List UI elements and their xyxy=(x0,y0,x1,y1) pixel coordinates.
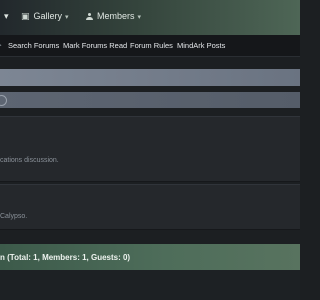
top-navigation-bar: ▾ ▣ Gallery ▾ Members ▾ xyxy=(0,0,300,35)
mindark-posts-link[interactable]: MindArk Posts xyxy=(177,41,225,50)
chevron-down-icon: ▾ xyxy=(137,14,142,21)
nav-item-gallery-label: Gallery xyxy=(33,11,63,21)
caret-right-icon: ▸ xyxy=(0,41,2,49)
forum-row[interactable]: Calypso. xyxy=(0,184,300,230)
search-forums-link[interactable]: Search Forums xyxy=(8,41,59,50)
nav-item-gallery[interactable]: ▣ Gallery ▾ xyxy=(21,11,69,22)
collapse-toggle-icon[interactable] xyxy=(0,95,7,106)
forum-rules-link[interactable]: Forum Rules xyxy=(130,41,173,50)
forum-category-header[interactable] xyxy=(0,69,300,86)
nav-dropdown-chevron[interactable]: ▾ xyxy=(4,11,9,22)
chevron-down-icon: ▾ xyxy=(65,14,69,21)
user-icon xyxy=(86,13,93,20)
forum-description: cations discussion. xyxy=(0,157,59,164)
online-stats-title: n (Total: 1, Members: 1, Guests: 0) xyxy=(0,253,131,262)
image-icon: ▣ xyxy=(21,11,30,21)
forum-row[interactable]: cations discussion. xyxy=(0,116,300,182)
online-users-panel xyxy=(0,270,300,300)
forum-description: Calypso. xyxy=(0,213,28,220)
mark-forums-read-link[interactable]: Mark Forums Read xyxy=(63,41,127,50)
forum-subheader xyxy=(0,92,300,108)
nav-item-members[interactable]: Members ▾ xyxy=(86,11,141,21)
secondary-navigation-bar: ▸ Search Forums Mark Forums Read Forum R… xyxy=(0,35,300,57)
nav-item-members-label: Members xyxy=(97,11,135,21)
whos-online-header: n (Total: 1, Members: 1, Guests: 0) xyxy=(0,244,300,270)
